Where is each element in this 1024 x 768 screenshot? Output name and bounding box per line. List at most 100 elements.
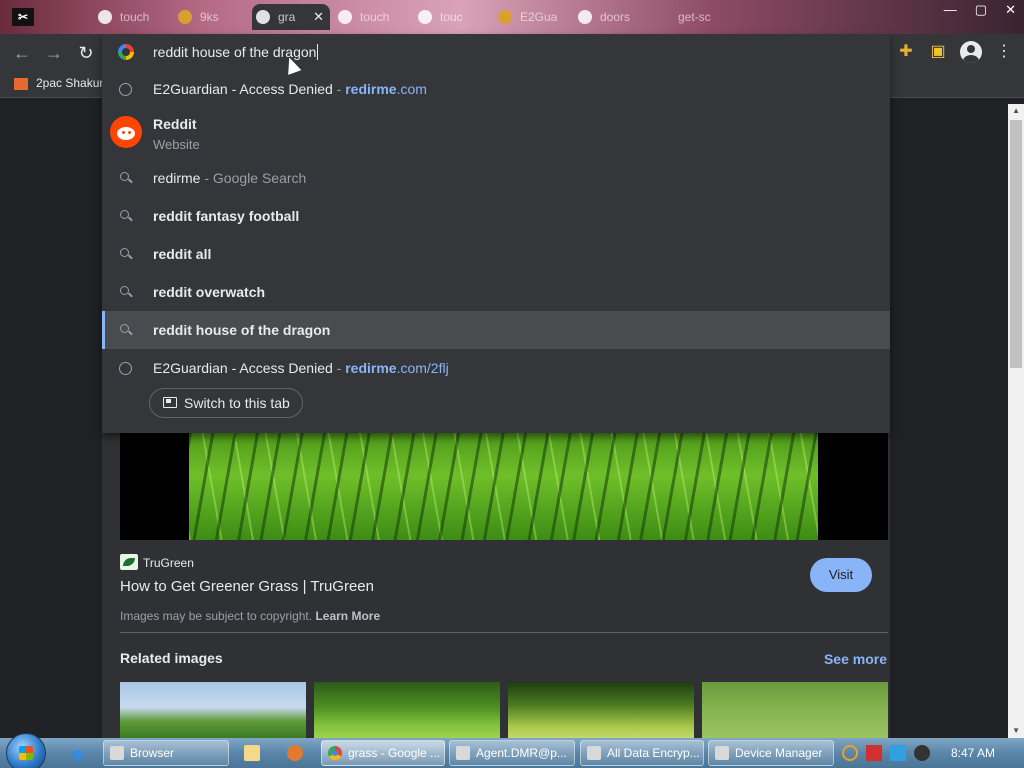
capcut-icon[interactable]: ✂ xyxy=(12,8,34,26)
tab-switch-icon xyxy=(163,397,177,408)
search-icon xyxy=(120,248,129,257)
suggestion-source: Google Search xyxy=(212,170,307,186)
suggestion-title: redirme xyxy=(153,170,201,186)
taskbar-clock[interactable]: 8:47 AM xyxy=(951,746,995,760)
suggestion-title: E2Guardian - Access Denied xyxy=(153,81,333,97)
tab-1[interactable]: touch xyxy=(94,4,172,30)
taskbar-item-browser[interactable]: Browser xyxy=(103,740,229,766)
scroll-down-icon[interactable]: ▼ xyxy=(1012,726,1020,735)
suggestion-text: reddit fantasy football xyxy=(153,208,300,224)
tab-active[interactable]: gra ✕ xyxy=(252,4,330,30)
reddit-site-suggestion[interactable]: Reddit Website xyxy=(102,108,890,158)
maximize-icon[interactable]: ▢ xyxy=(975,2,987,18)
minimize-icon[interactable]: — xyxy=(944,2,957,18)
suggestion-text: E2Guardian - Access Denied - redirme.com… xyxy=(153,360,449,376)
taskbar-item-chrome[interactable]: grass - Google ... xyxy=(321,740,445,766)
chrome-icon xyxy=(328,746,342,760)
taskbar-label: All Data Encryp... xyxy=(607,746,700,760)
search-tray-icon[interactable] xyxy=(842,745,858,761)
window-icon xyxy=(587,746,601,760)
internet-explorer-icon[interactable]: e xyxy=(68,744,88,764)
media-player-icon[interactable] xyxy=(244,745,260,761)
suggestion-text: reddit all xyxy=(153,246,212,262)
start-button[interactable] xyxy=(6,733,46,768)
switch-to-tab-button[interactable]: Switch to this tab xyxy=(149,388,303,418)
trugreen-logo-icon xyxy=(120,554,138,570)
google-icon xyxy=(256,10,270,24)
separator: - xyxy=(200,170,213,186)
related-thumbnail[interactable] xyxy=(314,682,500,738)
forward-icon[interactable]: → xyxy=(44,43,64,63)
windows-taskbar: e Browser grass - Google ... Agent.DMR@p… xyxy=(0,733,1024,768)
network-tray-icon[interactable] xyxy=(890,745,906,761)
back-icon[interactable]: ← xyxy=(12,43,32,63)
tab-2[interactable]: 9ks xyxy=(174,4,250,30)
suggestion-row[interactable]: E2Guardian - Access Denied - redirme.com… xyxy=(102,349,890,387)
scrollbar-thumb[interactable] xyxy=(1010,120,1022,368)
suggestion-url-rest: .com xyxy=(396,81,427,97)
scroll-up-icon[interactable]: ▲ xyxy=(1012,106,1020,115)
tab-7[interactable]: doors xyxy=(574,4,652,30)
google-icon xyxy=(338,10,352,24)
close-window-icon[interactable]: ✕ xyxy=(1005,2,1016,18)
suggestion-url-bold: redirme xyxy=(345,81,397,97)
tab-favicon xyxy=(498,10,512,24)
grass-image[interactable] xyxy=(189,433,818,540)
side-panel-icon[interactable]: ▣ xyxy=(928,42,948,62)
suggestion-row-selected[interactable]: reddit house of the dragon xyxy=(102,311,890,349)
taskbar-item-encryption[interactable]: All Data Encryp... xyxy=(580,740,704,766)
suggestion-row[interactable]: reddit fantasy football xyxy=(102,197,890,235)
tab-6[interactable]: E2Gua xyxy=(494,4,572,30)
related-thumbnail[interactable] xyxy=(702,682,888,738)
see-more-link[interactable]: See more xyxy=(824,651,887,667)
globe-icon xyxy=(119,83,132,96)
close-tab-icon[interactable]: ✕ xyxy=(313,4,324,30)
learn-more-link[interactable]: Learn More xyxy=(315,609,380,623)
related-thumbnail[interactable] xyxy=(120,682,306,738)
extensions-icon[interactable]: ✚ xyxy=(896,42,916,62)
result-title[interactable]: How to Get Greener Grass | TruGreen xyxy=(120,578,374,595)
source-name[interactable]: TruGreen xyxy=(143,556,194,570)
google-icon xyxy=(118,44,134,60)
profile-avatar-icon[interactable] xyxy=(960,41,982,63)
taskbar-item-agent[interactable]: Agent.DMR@p... xyxy=(449,740,575,766)
tab-8[interactable]: get-sc xyxy=(654,4,724,30)
omnibox-dropdown: reddit house of the dragon E2Guardian - … xyxy=(102,34,890,433)
tab-strip: ✂ touch 9ks gra ✕ touch touc E2Gua doors … xyxy=(0,0,1024,34)
menu-kebab-icon[interactable]: ⋮ xyxy=(994,42,1014,62)
tab-label: E2Gua xyxy=(520,10,558,24)
device-manager-icon xyxy=(715,746,729,760)
flag-tray-icon[interactable] xyxy=(866,745,882,761)
reload-icon[interactable]: ↻ xyxy=(76,43,96,63)
copyright-note: Images may be subject to copyright. Lear… xyxy=(120,609,380,623)
taskbar-item-device-manager[interactable]: Device Manager xyxy=(708,740,834,766)
tab-label: touc xyxy=(440,10,463,24)
bookmark-item[interactable]: 2pac Shakur xyxy=(14,76,103,90)
site-type: Website xyxy=(153,137,200,152)
system-tray xyxy=(842,745,930,761)
suggestion-row[interactable]: reddit all xyxy=(102,235,890,273)
bookmark-label: 2pac Shakur xyxy=(36,76,104,90)
suggestion-row[interactable]: E2Guardian - Access Denied - redirme.com xyxy=(102,70,890,108)
app-icon[interactable] xyxy=(287,745,303,761)
visit-button[interactable]: Visit xyxy=(810,558,872,592)
reddit-logo-icon xyxy=(110,116,142,148)
address-bar[interactable]: reddit house of the dragon xyxy=(102,34,890,70)
tab-label: 9ks xyxy=(200,10,219,24)
toolbar-actions: ✚ ▣ ⋮ xyxy=(896,41,1014,63)
separator: - xyxy=(332,360,346,376)
taskbar-label: Browser xyxy=(130,746,175,760)
related-thumbnail[interactable] xyxy=(508,682,694,738)
volume-tray-icon[interactable] xyxy=(914,745,930,761)
tab-4[interactable]: touch xyxy=(334,4,412,30)
window-icon xyxy=(456,746,470,760)
suggestion-row[interactable]: reddit overwatch xyxy=(102,273,890,311)
tab-label: doors xyxy=(600,10,631,24)
globe-icon xyxy=(119,362,132,375)
suggestion-text: E2Guardian - Access Denied - redirme.com xyxy=(153,81,427,97)
tab-5[interactable]: touc xyxy=(414,4,492,30)
suggestion-row[interactable]: redirme - Google Search xyxy=(102,159,890,197)
bookmark-favicon-icon xyxy=(14,77,28,90)
tab-label: touch xyxy=(120,10,150,24)
browser-icon xyxy=(110,746,124,760)
